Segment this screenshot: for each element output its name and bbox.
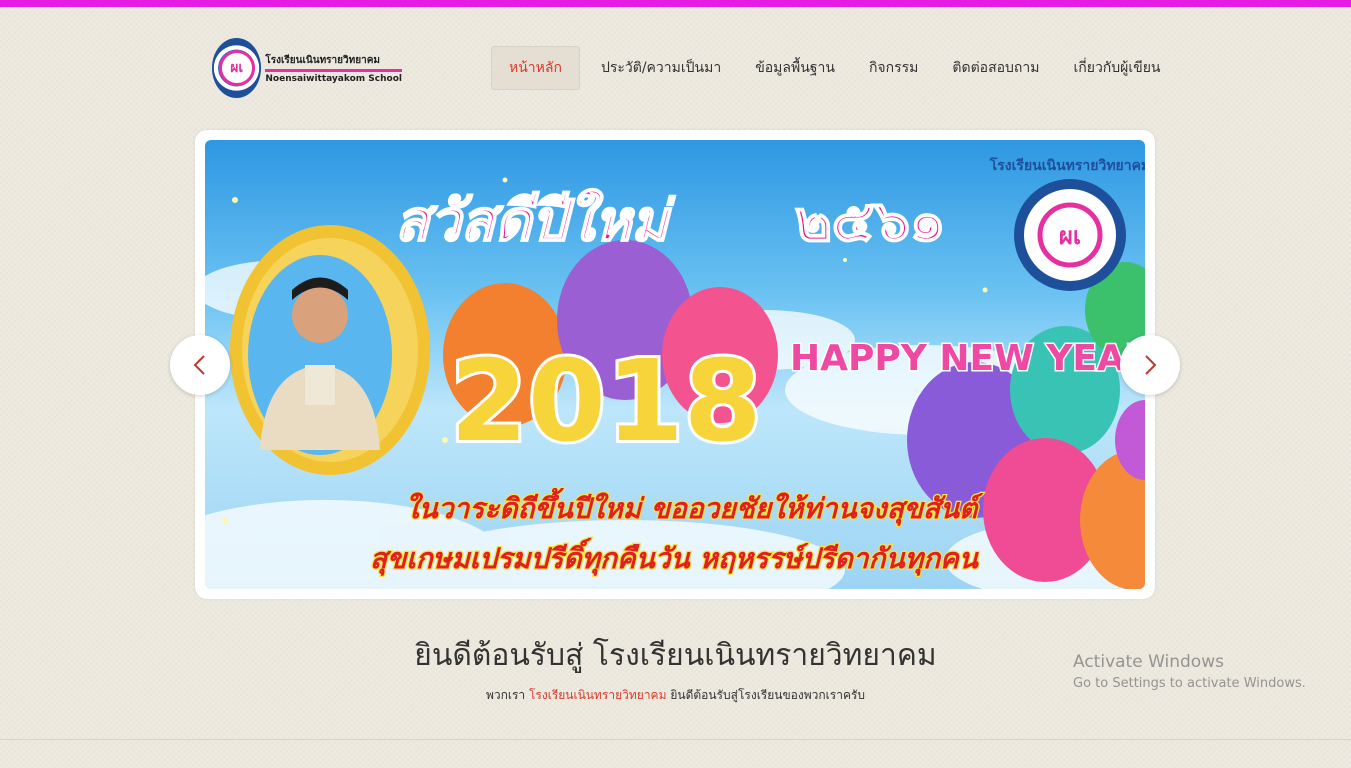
new-year-banner-image: สวัสดีปีใหม่ ๒๕๖๑ 2018 HAPPY NEW YEAR ใน…: [205, 156, 1145, 589]
emblem-letters: ผเ: [218, 50, 255, 86]
activate-windows-watermark: Activate Windows Go to Settings to activ…: [1073, 652, 1306, 691]
seal-emblem: ผเ: [1059, 222, 1081, 250]
logo-name-english: Noensaiwittayakom School: [265, 73, 402, 84]
welcome-school-link[interactable]: โรงเรียนเนินทรายวิทยาคม: [529, 688, 667, 702]
nav-item-about-author[interactable]: เกี่ยวกับผู้เขียน: [1056, 46, 1177, 90]
school-emblem-icon: ผเ: [212, 38, 262, 98]
logo-name-thai: โรงเรียนเนินทรายวิทยาคม: [265, 53, 402, 72]
nav-item-home[interactable]: หน้าหลัก: [491, 46, 580, 90]
school-logo[interactable]: ผเ โรงเรียนเนินทรายวิทยาคม Noensaiwittay…: [212, 36, 402, 100]
year-2018: 2018: [450, 337, 762, 467]
activate-windows-subtitle: Go to Settings to activate Windows.: [1073, 676, 1306, 691]
happy-new-year-text: HAPPY NEW YEAR: [790, 338, 1145, 379]
nav-item-basic-info[interactable]: ข้อมูลพื้นฐาน: [738, 46, 852, 90]
year-thai: ๒๕๖๑: [795, 188, 945, 254]
welcome-sub-prefix: พวกเรา: [485, 688, 526, 702]
activate-windows-title: Activate Windows: [1073, 652, 1224, 672]
greeting-thai: สวัสดีปีใหม่: [395, 188, 676, 254]
nav-item-contact[interactable]: ติดต่อสอบถาม: [935, 46, 1056, 90]
slider-prev-button[interactable]: [170, 335, 230, 395]
chevron-left-icon: [193, 355, 205, 375]
footer-divider: [0, 739, 1351, 740]
chevron-right-icon: [1145, 355, 1157, 375]
top-accent-bar: [0, 0, 1351, 7]
portrait: [230, 225, 430, 475]
slide-new-year-banner[interactable]: สวัสดีปีใหม่ ๒๕๖๑ 2018 HAPPY NEW YEAR ใน…: [205, 140, 1145, 589]
seal-text: โรงเรียนเนินทรายวิทยาคม: [989, 156, 1145, 174]
slider-next-button[interactable]: [1120, 335, 1180, 395]
image-slider: สวัสดีปีใหม่ ๒๕๖๑ 2018 HAPPY NEW YEAR ใน…: [195, 130, 1155, 599]
nav-item-activities[interactable]: กิจกรรม: [852, 46, 935, 90]
nav-item-history[interactable]: ประวัติ/ความเป็นมา: [584, 46, 738, 90]
main-nav: หน้าหลัก ประวัติ/ความเป็นมา ข้อมูลพื้นฐา…: [491, 46, 1178, 90]
wish-line-2: สุขเกษมเปรมปรีดิ์ทุกคืนวัน หฤหรรษ์ปรีดาก…: [370, 537, 980, 576]
wish-line-1: ในวาระดิถีขึ้นปีใหม่ ขออวยชัยให้ท่านจงสุ…: [405, 487, 984, 526]
logo-text: โรงเรียนเนินทรายวิทยาคม Noensaiwittayako…: [265, 53, 402, 84]
welcome-sub-suffix: ยินดีต้อนรับสู่โรงเรียนของพวกเราครับ: [670, 688, 866, 702]
